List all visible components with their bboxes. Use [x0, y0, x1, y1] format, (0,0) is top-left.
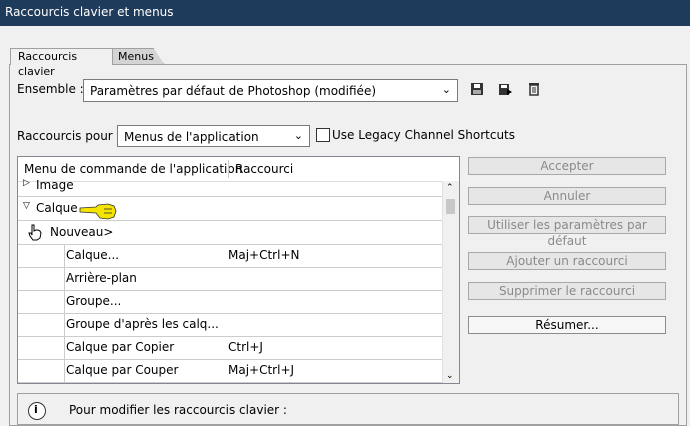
table-row[interactable]: ▽ Calque	[18, 197, 442, 221]
shortcuts-for-label: Raccourcis pour :	[17, 129, 121, 143]
vertical-scrollbar[interactable]: ⌃ ⌄	[442, 181, 459, 383]
ensemble-value: Paramètres par défaut de Photoshop (modi…	[90, 84, 377, 98]
delete-icon[interactable]	[526, 81, 542, 97]
row-label: Arrière-plan	[66, 271, 137, 285]
save-icon[interactable]	[469, 81, 485, 97]
scroll-down-icon[interactable]: ⌄	[446, 371, 454, 381]
table-row[interactable]: Groupe...	[18, 290, 442, 314]
table-row[interactable]: ▷ Image	[18, 177, 442, 197]
shortcuts-table[interactable]: Menu de commande de l'application Raccou…	[17, 156, 460, 384]
info-text: Pour modifier les raccourcis clavier :	[69, 403, 287, 417]
scroll-up-icon[interactable]: ⌃	[446, 183, 454, 193]
info-icon: i	[28, 402, 46, 420]
ensemble-label: Ensemble :	[17, 82, 84, 96]
table-row[interactable]: Groupe d'après les calq...	[18, 313, 442, 337]
ensemble-select[interactable]: Paramètres par défaut de Photoshop (modi…	[83, 79, 458, 102]
row-label: Calque par Couper	[66, 363, 179, 377]
row-label: Groupe d'après les calq...	[66, 317, 219, 331]
column-header-shortcut[interactable]: Raccourci	[235, 162, 293, 176]
row-label: Image	[36, 178, 74, 192]
pointing-hand-icon	[79, 203, 117, 220]
legacy-channel-checkbox[interactable]	[316, 128, 330, 142]
add-shortcut-button[interactable]: Ajouter un raccourci	[468, 252, 666, 270]
row-shortcut: Maj+Ctrl+N	[228, 248, 300, 262]
row-shortcut: Ctrl+J	[228, 340, 263, 354]
chevron-down-icon: ⌄	[441, 83, 451, 96]
use-defaults-button[interactable]: Utiliser les paramètres par défaut	[468, 216, 666, 248]
table-row[interactable]: Arrière-plan	[18, 267, 442, 291]
row-label: Groupe...	[66, 294, 122, 308]
row-shortcut: Maj+Ctrl+J	[228, 363, 295, 377]
row-label: Calque par Copier	[66, 340, 175, 354]
collapse-arrow-icon[interactable]: ▽	[23, 201, 30, 211]
scrollbar-thumb[interactable]	[446, 199, 455, 214]
column-header-command[interactable]: Menu de commande de l'application	[24, 162, 242, 176]
table-row[interactable]: Calque... Maj+Ctrl+N	[18, 244, 442, 268]
table-row[interactable]: Calque par Copier Ctrl+J	[18, 336, 442, 360]
table-row[interactable]: Calque par Couper Maj+Ctrl+J	[18, 359, 442, 383]
expand-arrow-icon[interactable]: ▷	[23, 178, 30, 188]
row-label: Calque	[36, 201, 78, 215]
save-as-icon[interactable]	[497, 81, 513, 97]
summarize-button[interactable]: Résumer...	[468, 316, 666, 334]
accept-button[interactable]: Accepter	[468, 157, 666, 175]
shortcuts-for-value: Menus de l'application	[124, 130, 259, 144]
legacy-channel-label: Use Legacy Channel Shortcuts	[332, 128, 516, 142]
shortcuts-for-select[interactable]: Menus de l'application ⌄	[117, 125, 310, 147]
chevron-down-icon: ⌄	[293, 129, 303, 142]
tab-menus[interactable]: Menus	[112, 48, 164, 64]
column-divider[interactable]	[228, 160, 229, 178]
title-bar: Raccourcis clavier et menus	[0, 0, 690, 26]
tab-keyboard-shortcuts[interactable]: Raccourcis clavier	[10, 48, 113, 78]
row-label: Nouveau>	[50, 225, 114, 239]
delete-shortcut-button[interactable]: Supprimer le raccourci	[468, 282, 666, 300]
row-label: Calque...	[66, 248, 120, 262]
window-title: Raccourcis clavier et menus	[5, 5, 174, 19]
cancel-button[interactable]: Annuler	[468, 187, 666, 205]
table-row[interactable]: Nouveau>	[18, 221, 442, 245]
hand-cursor-icon	[28, 224, 42, 241]
